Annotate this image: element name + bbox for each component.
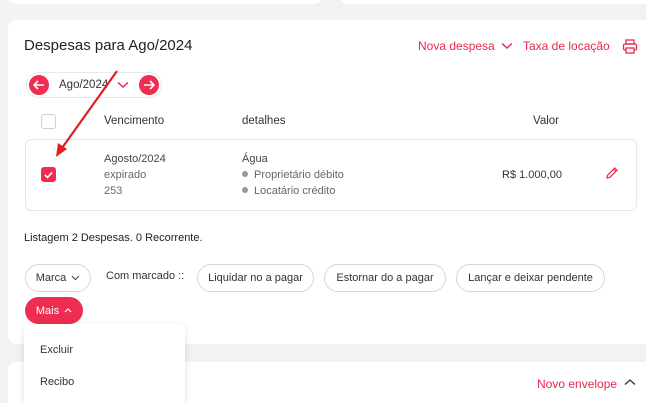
listing-summary: Listagem 2 Despesas. 0 Recorrente.: [24, 232, 203, 244]
chevron-down-icon: [71, 275, 80, 281]
chevron-up-icon: [64, 308, 72, 313]
menu-item-delete[interactable]: Excluir: [40, 344, 73, 356]
print-icon[interactable]: [622, 39, 638, 54]
row-debit: Proprietário débito: [242, 169, 344, 181]
column-header-details: detalhes: [242, 115, 286, 127]
chevron-down-icon: [501, 42, 513, 49]
row-code: 253: [104, 185, 123, 197]
post-pending-button[interactable]: Lançar e deixar pendente: [456, 264, 605, 292]
new-expense-dropdown[interactable]: Nova despesa: [418, 39, 513, 53]
edit-pencil-icon[interactable]: [605, 166, 619, 180]
bullet-icon: [242, 171, 248, 177]
top-card-left: [8, 0, 322, 4]
reverse-button[interactable]: Estornar do a pagar: [324, 264, 446, 292]
page-title: Despesas para Ago/2024: [24, 37, 193, 54]
new-expense-label: Nova despesa: [418, 39, 495, 53]
row-checkbox[interactable]: [41, 167, 56, 182]
month-chevron-down-icon[interactable]: [117, 81, 129, 89]
prev-month-button[interactable]: [29, 75, 49, 95]
bullet-icon: [242, 187, 248, 193]
mark-dropdown-button[interactable]: Marca: [25, 264, 91, 292]
post-pending-label: Lançar e deixar pendente: [468, 272, 593, 284]
reverse-label: Estornar do a pagar: [336, 272, 434, 284]
row-value: R$ 1.000,00: [502, 169, 562, 181]
row-detail: Água: [242, 153, 268, 165]
column-header-value: Valor: [533, 115, 559, 127]
column-header-due: Vencimento: [104, 115, 165, 127]
check-icon: [44, 171, 53, 179]
arrow-left-icon: [33, 80, 44, 90]
row-status: expirado: [104, 169, 147, 181]
settle-button[interactable]: Liquidar no a pagar: [197, 264, 314, 292]
row-credit: Locatário crédito: [242, 185, 335, 197]
row-credit-label: Locatário crédito: [254, 185, 336, 197]
row-due-date: Agosto/2024: [104, 153, 166, 165]
with-marked-label: Com marcado ::: [106, 270, 185, 282]
rent-fee-link[interactable]: Taxa de locação: [523, 39, 610, 53]
settle-label: Liquidar no a pagar: [208, 272, 303, 284]
more-menu: Excluir Recibo: [24, 324, 185, 403]
month-value[interactable]: Ago/2024: [59, 79, 108, 91]
row-debit-label: Proprietário débito: [254, 169, 344, 181]
more-label: Mais: [35, 304, 60, 317]
new-envelope-link[interactable]: Novo envelope: [537, 377, 617, 391]
select-all-checkbox[interactable]: [41, 114, 56, 129]
menu-item-receipt[interactable]: Recibo: [40, 376, 74, 388]
mark-label: Marca: [35, 272, 67, 284]
top-card-right: [340, 0, 646, 4]
next-month-button[interactable]: [139, 75, 159, 95]
arrow-right-icon: [144, 80, 155, 90]
more-button[interactable]: Mais: [25, 297, 83, 324]
collapse-chevron-up-icon[interactable]: [624, 378, 636, 386]
